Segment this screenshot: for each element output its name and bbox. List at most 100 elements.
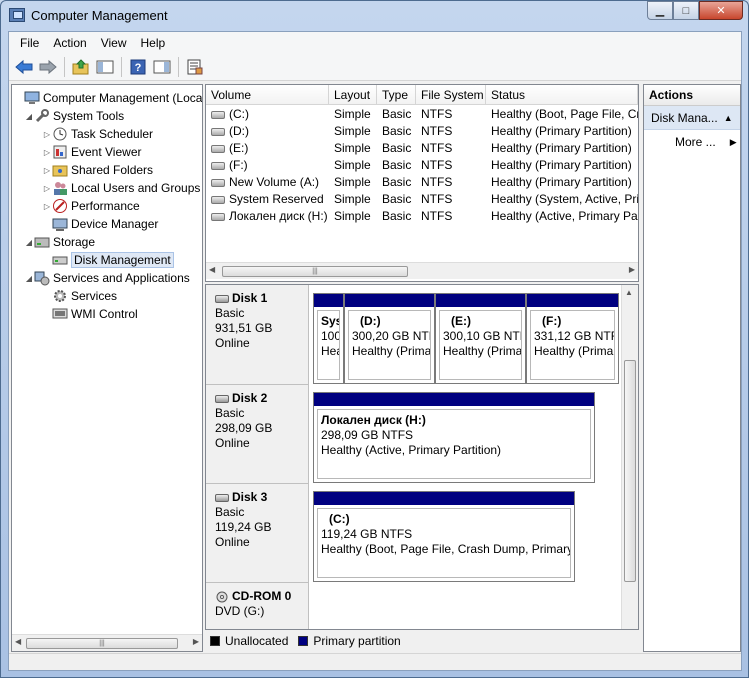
scroll-left-icon[interactable]: ◀ <box>209 265 215 274</box>
tree-item-event-viewer[interactable]: ▷ Event Viewer <box>42 143 142 161</box>
show-hide-tree-button[interactable] <box>94 56 116 78</box>
more-actions-item[interactable]: More ... ▶ <box>644 130 740 154</box>
disk-vertical-scrollbar[interactable]: ▲ ▼ <box>621 285 638 629</box>
actions-section-label: Disk Mana... <box>651 110 718 125</box>
partition-bar <box>314 294 343 307</box>
tree-item-task-scheduler[interactable]: ▷ Task Scheduler <box>42 125 153 143</box>
tree-item-services[interactable]: Services <box>52 287 117 305</box>
cell-text: NTFS <box>421 107 453 121</box>
collapsed-arrow-icon: ▷ <box>43 201 51 211</box>
scroll-thumb[interactable]: ||| <box>26 638 178 649</box>
title-bar[interactable]: Computer Management ▁ □ ✕ <box>1 1 748 31</box>
back-button[interactable] <box>13 56 35 78</box>
column-type[interactable]: Type <box>377 85 416 105</box>
close-button[interactable]: ✕ <box>699 1 743 20</box>
partition-details: Sys 100 Hea <box>317 310 340 380</box>
column-status[interactable]: Status <box>486 85 638 105</box>
volume-row[interactable]: (E:) Simple Basic NTFS Healthy (Primary Part… <box>206 140 638 157</box>
tree-item-device-manager[interactable]: Device Manager <box>52 215 158 233</box>
disk-size: 298,09 GB <box>215 421 273 435</box>
window-title: Computer Management <box>31 8 168 23</box>
show-hide-action-pane-button[interactable] <box>151 56 173 78</box>
menu-file[interactable]: File <box>13 34 46 52</box>
column-volume[interactable]: Volume <box>206 85 329 105</box>
disk-1-info[interactable]: Disk 1 Basic 931,51 GB Online <box>206 285 309 385</box>
partition-e[interactable]: (E:) 300,10 GB NTF Healthy (Prima <box>435 293 526 384</box>
maximize-button[interactable]: □ <box>673 1 699 20</box>
actions-section-disk-management[interactable]: Disk Mana... ▲ <box>644 106 740 130</box>
scroll-up-icon[interactable]: ▲ <box>625 288 633 297</box>
cell-text: Basic <box>382 158 412 172</box>
partition-name: (C:) <box>329 512 350 526</box>
disk-3-info[interactable]: Disk 3 Basic 119,24 GB Online <box>206 484 309 583</box>
partition-f[interactable]: (F:) 331,12 GB NTFS Healthy (Prima <box>526 293 619 384</box>
volume-row[interactable]: (D:) Simple Basic NTFS Healthy (Primary Part… <box>206 123 638 140</box>
volume-row[interactable]: New Volume (A:) Simple Basic NTFS Healthy (P… <box>206 174 638 191</box>
unallocated-swatch <box>210 636 220 646</box>
list-horizontal-scrollbar[interactable]: ◀ ||| ▶ <box>206 262 638 279</box>
scroll-thumb[interactable] <box>624 360 636 582</box>
tree-item-storage[interactable]: ◢ Storage <box>24 233 95 251</box>
menu-help[interactable]: Help <box>134 34 173 52</box>
volume-cell: Simple <box>329 157 377 174</box>
volume-cell: Basic <box>377 191 416 208</box>
scroll-right-icon[interactable]: ▶ <box>193 637 199 646</box>
actions-pane: Actions Disk Mana... ▲ More ... ▶ <box>643 84 741 652</box>
forward-button[interactable] <box>37 56 59 78</box>
tree-item-system-tools[interactable]: ◢ System Tools <box>24 107 124 125</box>
tree-item-services-apps[interactable]: ◢ Services and Applications <box>24 269 190 287</box>
minimize-button[interactable]: ▁ <box>647 1 673 20</box>
tree-item-wmi-control[interactable]: WMI Control <box>52 305 138 323</box>
volume-icon <box>211 145 225 153</box>
tree-horizontal-scrollbar[interactable]: ◀ ||| ▶ <box>12 634 202 651</box>
column-file-system[interactable]: File System <box>416 85 486 105</box>
partition-name: (F:) <box>542 314 562 328</box>
partition-size: 331,12 GB NTFS <box>534 329 614 343</box>
tree-item-shared-folders[interactable]: ▷ Shared Folders <box>42 161 153 179</box>
volume-row[interactable]: (F:) Simple Basic NTFS Healthy (Primary Part… <box>206 157 638 174</box>
tree-item-root[interactable]: Computer Management (Local <box>14 89 202 107</box>
disk-size: 931,51 GB <box>215 321 273 335</box>
cell-text: Basic <box>382 124 412 138</box>
volume-icon <box>211 162 225 170</box>
tree-item-performance[interactable]: ▷ Performance <box>42 197 140 215</box>
partition-bar <box>345 294 434 307</box>
client-area: File Action View Help ? Computer Managem… <box>8 31 742 671</box>
tree-item-local-users[interactable]: ▷ Local Users and Groups <box>42 179 200 197</box>
disk-type: Basic <box>215 505 245 519</box>
partition-system-reserved[interactable]: Sys 100 Hea <box>313 293 344 384</box>
help-button[interactable]: ? <box>127 56 149 78</box>
partition-c[interactable]: (C:) 119,24 GB NTFS Healthy (Boot, Page … <box>313 491 575 582</box>
disk-2-info[interactable]: Disk 2 Basic 298,09 GB Online <box>206 385 309 484</box>
volume-row[interactable]: System Reserved Simple Basic NTFS Healthy (S… <box>206 191 638 208</box>
partition-details: Локален диск (H:) 298,09 GB NTFS Healthy… <box>317 409 591 479</box>
properties-button[interactable] <box>184 56 206 78</box>
menu-view[interactable]: View <box>94 34 134 52</box>
scroll-right-icon[interactable]: ▶ <box>629 265 635 274</box>
scroll-thumb[interactable]: ||| <box>222 266 408 277</box>
cd-drive-icon <box>216 591 228 602</box>
scroll-left-icon[interactable]: ◀ <box>15 637 21 646</box>
cdrom-info[interactable]: CD-ROM 0 DVD (G:) No Media <box>206 583 309 629</box>
tree-item-disk-management[interactable]: Disk Management <box>52 251 174 269</box>
menu-action[interactable]: Action <box>46 34 93 52</box>
column-layout[interactable]: Layout <box>329 85 377 105</box>
gear-icon <box>54 290 66 302</box>
cell-text: Simple <box>334 209 371 223</box>
collapsed-arrow-icon: ▷ <box>43 129 51 139</box>
partition-h[interactable]: Локален диск (H:) 298,09 GB NTFS Healthy… <box>313 392 595 483</box>
back-arrow-icon <box>15 59 33 74</box>
legend-label: Unallocated <box>225 634 289 648</box>
users-icon <box>54 182 67 195</box>
up-level-button[interactable] <box>70 56 92 78</box>
partition-d[interactable]: (D:) 300,20 GB NTF Healthy (Prima <box>344 293 435 384</box>
computer-management-icon <box>9 8 25 22</box>
volume-row[interactable]: Локален диск (H:) Simple Basic NTFS Healthy … <box>206 208 638 225</box>
volume-list: Volume Layout Type File System Status (C… <box>205 84 639 282</box>
storage-icon <box>34 237 50 248</box>
menu-bar: File Action View Help <box>9 32 741 53</box>
cell-text: Healthy (Primary Partition) <box>491 141 632 155</box>
volume-cell: NTFS <box>416 140 486 157</box>
volume-row[interactable]: (C:) Simple Basic NTFS Healthy (Boot, Page F… <box>206 106 638 123</box>
partition-name: Локален диск (H:) <box>321 413 426 427</box>
